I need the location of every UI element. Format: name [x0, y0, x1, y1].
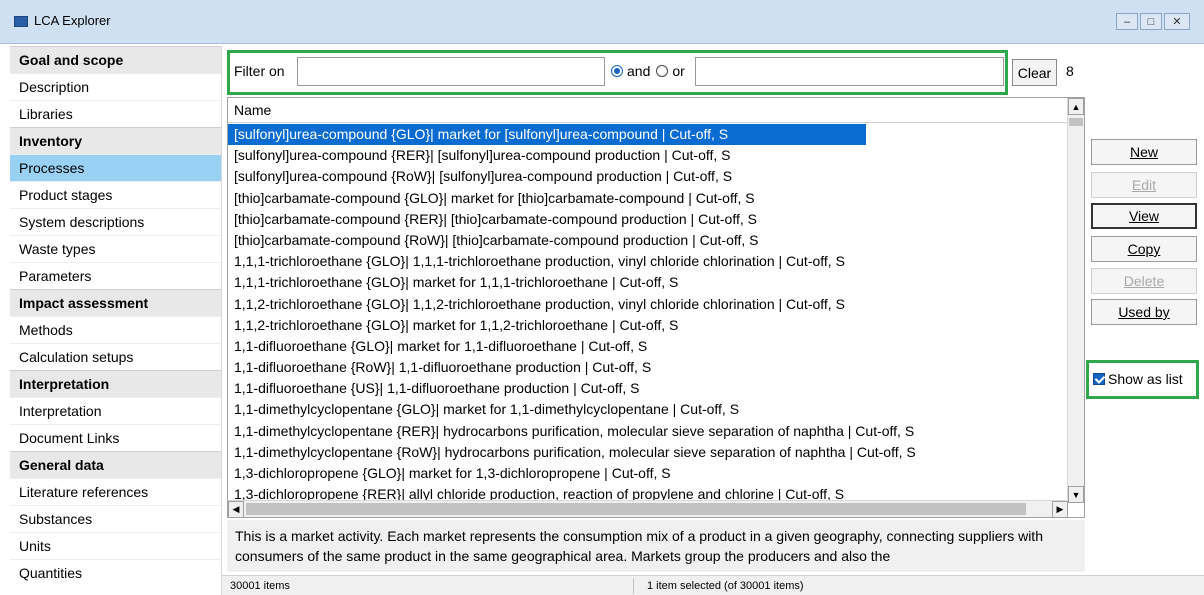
title-bar: LCA Explorer – □ ✕: [0, 0, 1204, 44]
list-item[interactable]: 1,1-dimethylcyclopentane {GLO}| market f…: [228, 399, 1068, 420]
new-button[interactable]: New: [1091, 139, 1197, 165]
list-item[interactable]: 1,1,2-trichloroethane {GLO}| 1,1,2-trich…: [228, 294, 1068, 315]
radio-and-label[interactable]: and: [627, 63, 650, 79]
clear-button[interactable]: Clear: [1012, 59, 1057, 86]
list-item[interactable]: 1,1-difluoroethane {RoW}| 1,1-difluoroet…: [228, 357, 1068, 378]
maximize-icon[interactable]: □: [1140, 13, 1162, 30]
scroll-left-icon[interactable]: ◀: [228, 501, 244, 517]
list-item[interactable]: 1,1,2-trichloroethane {GLO}| market for …: [228, 315, 1068, 336]
show-as-list-label[interactable]: Show as list: [1108, 371, 1183, 387]
list-item[interactable]: [thio]carbamate-compound {RoW}| [thio]ca…: [228, 230, 1068, 251]
list-rows: [sulfonyl]urea-compound {GLO}| market fo…: [228, 124, 1068, 505]
sidebar-header-general-data: General data: [10, 451, 221, 478]
status-bar: 30001 items 1 item selected (of 30001 it…: [222, 575, 1204, 595]
vertical-scrollbar[interactable]: ▲ ▼: [1067, 98, 1084, 503]
sidebar-item-substances[interactable]: Substances: [10, 505, 221, 532]
list-item[interactable]: [thio]carbamate-compound {GLO}| market f…: [228, 188, 1068, 209]
close-icon[interactable]: ✕: [1164, 13, 1190, 30]
list-item[interactable]: 1,3-dichloropropene {GLO}| market for 1,…: [228, 463, 1068, 484]
list-item[interactable]: 1,1,1-trichloroethane {GLO}| 1,1,1-trich…: [228, 251, 1068, 272]
filter-input-1[interactable]: [297, 57, 605, 86]
list-item[interactable]: 1,1,1-trichloroethane {GLO}| market for …: [228, 272, 1068, 293]
sidebar-item-processes[interactable]: Processes: [10, 154, 221, 181]
sidebar-item-units[interactable]: Units: [10, 532, 221, 559]
sidebar-header-goal-and-scope: Goal and scope: [10, 46, 221, 73]
sidebar-header-impact-assessment: Impact assessment: [10, 289, 221, 316]
sidebar-item-literature-references[interactable]: Literature references: [10, 478, 221, 505]
horizontal-scrollbar[interactable]: ◀ ▶: [228, 500, 1068, 517]
minimize-icon[interactable]: –: [1116, 13, 1138, 30]
sidebar-item-quantities[interactable]: Quantities: [10, 559, 221, 586]
show-as-list-checkbox[interactable]: [1093, 373, 1105, 385]
sidebar-item-methods[interactable]: Methods: [10, 316, 221, 343]
horizontal-scroll-thumb[interactable]: [246, 503, 1026, 515]
sidebar-item-description[interactable]: Description: [10, 73, 221, 100]
status-divider: [633, 578, 634, 594]
column-header-name[interactable]: Name: [228, 98, 1084, 123]
scroll-right-icon[interactable]: ▶: [1052, 501, 1068, 517]
used-by-button[interactable]: Used by: [1091, 299, 1197, 325]
filter-label: Filter on: [234, 63, 285, 79]
sidebar-item-system-descriptions[interactable]: System descriptions: [10, 208, 221, 235]
list-item[interactable]: [sulfonyl]urea-compound {GLO}| market fo…: [228, 124, 866, 146]
edit-button[interactable]: Edit: [1091, 172, 1197, 198]
radio-and[interactable]: [611, 65, 623, 77]
list-item[interactable]: 1,1-difluoroethane {GLO}| market for 1,1…: [228, 336, 1068, 357]
sidebar-item-product-stages[interactable]: Product stages: [10, 181, 221, 208]
process-description: This is a market activity. Each market r…: [227, 520, 1085, 572]
sidebar-header-interpretation: Interpretation: [10, 370, 221, 397]
filter-operator: and or: [611, 63, 691, 79]
status-selection: 1 item selected (of 30001 items): [647, 580, 804, 592]
list-item[interactable]: [sulfonyl]urea-compound {RER}| [sulfonyl…: [228, 145, 1068, 166]
scroll-down-icon[interactable]: ▼: [1068, 486, 1084, 503]
window-controls: – □ ✕: [1114, 13, 1190, 30]
scroll-up-icon[interactable]: ▲: [1068, 98, 1084, 115]
window-title: LCA Explorer: [34, 13, 111, 28]
list-item[interactable]: 1,1-dimethylcyclopentane {RoW}| hydrocar…: [228, 442, 1068, 463]
view-button[interactable]: View: [1091, 203, 1197, 229]
status-item-count: 30001 items: [230, 580, 290, 592]
sidebar-item-parameters[interactable]: Parameters: [10, 262, 221, 289]
filter-count: 8: [1066, 63, 1074, 79]
vertical-scroll-thumb[interactable]: [1069, 118, 1083, 126]
sidebar: Goal and scope Description Libraries Inv…: [10, 46, 222, 595]
app-icon: [14, 16, 28, 27]
copy-button[interactable]: Copy: [1091, 236, 1197, 262]
radio-or[interactable]: [656, 65, 669, 77]
sidebar-item-document-links[interactable]: Document Links: [10, 424, 221, 451]
filter-input-2[interactable]: [695, 57, 1004, 86]
sidebar-item-interpretation[interactable]: Interpretation: [10, 397, 221, 424]
radio-or-label[interactable]: or: [672, 63, 684, 79]
list-item[interactable]: [sulfonyl]urea-compound {RoW}| [sulfonyl…: [228, 166, 1068, 187]
list-item[interactable]: 1,1-difluoroethane {US}| 1,1-difluoroeth…: [228, 378, 1068, 399]
delete-button[interactable]: Delete: [1091, 268, 1197, 294]
sidebar-item-waste-types[interactable]: Waste types: [10, 235, 221, 262]
show-as-list-toggle[interactable]: Show as list: [1093, 371, 1183, 387]
process-list[interactable]: Name [sulfonyl]urea-compound {GLO}| mark…: [227, 97, 1085, 518]
list-item[interactable]: [thio]carbamate-compound {RER}| [thio]ca…: [228, 209, 1068, 230]
list-item[interactable]: 1,1-dimethylcyclopentane {RER}| hydrocar…: [228, 421, 1068, 442]
sidebar-item-libraries[interactable]: Libraries: [10, 100, 221, 127]
sidebar-header-inventory: Inventory: [10, 127, 221, 154]
sidebar-item-calculation-setups[interactable]: Calculation setups: [10, 343, 221, 370]
